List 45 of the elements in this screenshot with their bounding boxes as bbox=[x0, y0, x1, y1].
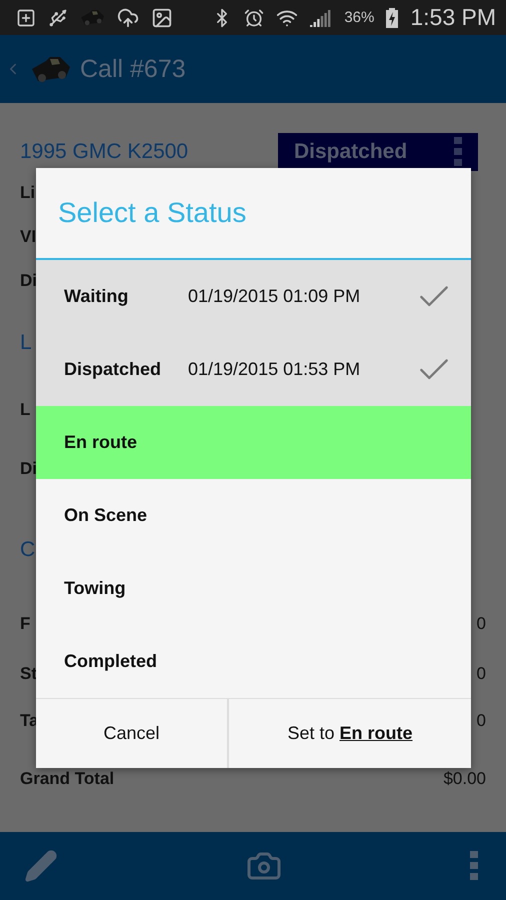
status-option[interactable]: Waiting 01/19/2015 01:09 PM bbox=[36, 260, 471, 333]
field-value: 0 bbox=[476, 664, 486, 684]
field-value: $0.00 bbox=[443, 769, 486, 789]
image-icon bbox=[151, 6, 174, 28]
signal-icon bbox=[310, 8, 332, 26]
status-label: Dispatched bbox=[294, 140, 408, 164]
status-option[interactable]: Completed bbox=[36, 625, 471, 698]
section-heading: L bbox=[20, 331, 32, 355]
status-time: 01/19/2015 01:09 PM bbox=[188, 286, 362, 307]
field-label: Di bbox=[20, 459, 37, 479]
field-value: 0 bbox=[476, 614, 486, 634]
field-label: L bbox=[20, 400, 30, 420]
overflow-menu-icon[interactable] bbox=[454, 137, 462, 167]
status-option[interactable]: En route bbox=[36, 406, 471, 479]
field-label: F bbox=[20, 614, 30, 634]
battery-icon bbox=[386, 8, 398, 28]
status-option[interactable]: On Scene bbox=[36, 479, 471, 552]
upload-icon bbox=[117, 6, 140, 28]
screen-title: Call #673 bbox=[80, 54, 186, 84]
status-name: Completed bbox=[64, 651, 158, 672]
field-label: VI bbox=[20, 227, 36, 247]
status-option[interactable]: Towing bbox=[36, 552, 471, 625]
status-time: 01/19/2015 01:53 PM bbox=[188, 359, 362, 380]
field-label: St bbox=[20, 664, 37, 684]
status-name: On Scene bbox=[64, 505, 148, 526]
notification-icon bbox=[16, 8, 36, 28]
status-name: Waiting bbox=[64, 286, 130, 307]
confirm-button[interactable]: Set to En route bbox=[227, 699, 471, 768]
field-value: 0 bbox=[476, 710, 486, 730]
status-name: En route bbox=[64, 432, 138, 453]
clock-time: 1:53 PM bbox=[410, 4, 496, 31]
field-label: Li bbox=[20, 183, 36, 203]
overflow-menu-icon[interactable] bbox=[470, 851, 478, 881]
field-label: Grand Total bbox=[20, 769, 114, 789]
pencil-icon[interactable] bbox=[24, 849, 58, 883]
section-heading: C bbox=[20, 538, 36, 562]
field-label: Di bbox=[20, 271, 37, 291]
usb-icon bbox=[48, 8, 68, 28]
alarm-icon bbox=[244, 8, 264, 28]
cancel-button[interactable]: Cancel bbox=[36, 699, 227, 768]
battery-percent: 36% bbox=[344, 9, 374, 26]
status-name: Dispatched bbox=[64, 359, 162, 380]
status-name: Towing bbox=[64, 578, 127, 599]
status-option[interactable]: Dispatched 01/19/2015 01:53 PM bbox=[36, 333, 471, 406]
vehicle-title: 1995 GMC K2500 bbox=[20, 140, 188, 164]
